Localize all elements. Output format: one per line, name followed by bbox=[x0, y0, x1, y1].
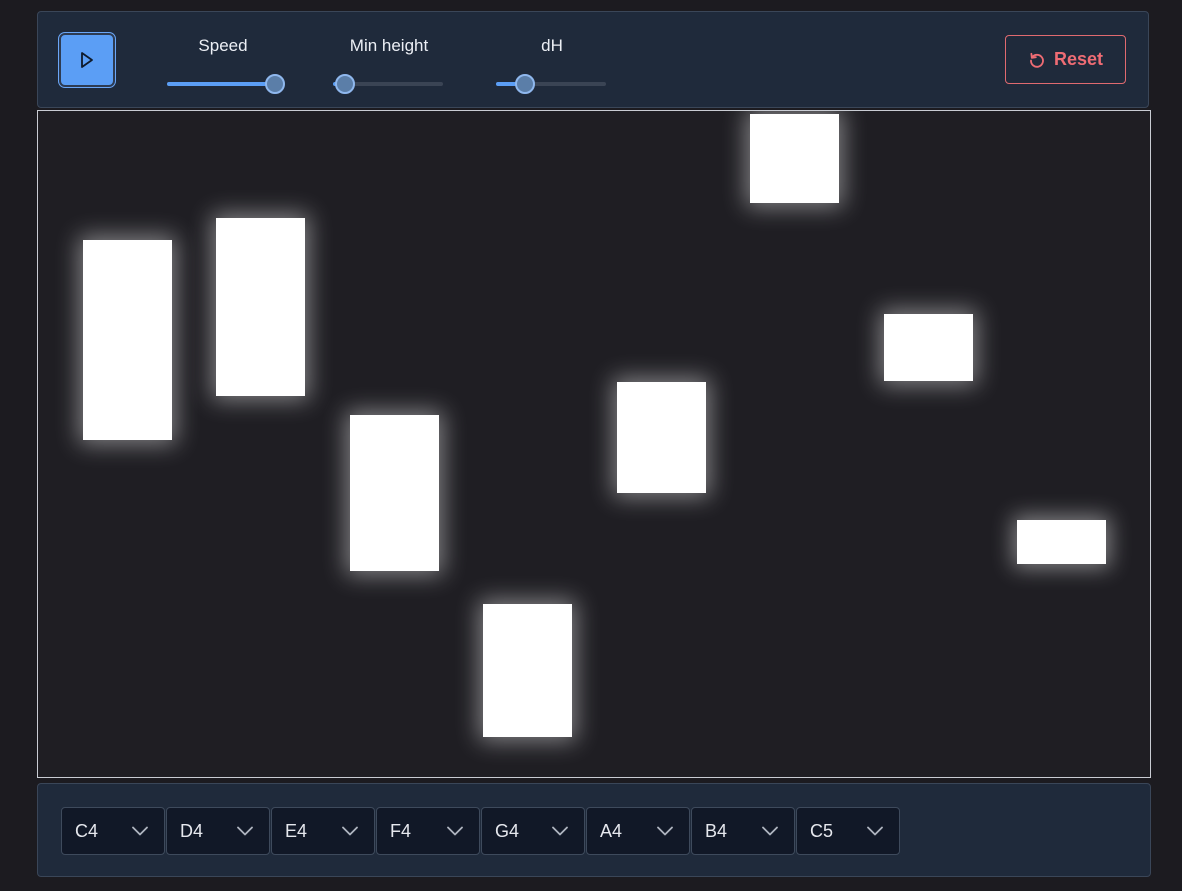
play-button[interactable] bbox=[59, 33, 115, 87]
chevron-down-icon bbox=[657, 826, 673, 836]
note-bar-a4 bbox=[750, 114, 839, 203]
note-select[interactable]: C4 bbox=[61, 807, 165, 855]
note-select-value: G4 bbox=[495, 820, 520, 841]
note-select[interactable]: B4 bbox=[691, 807, 795, 855]
controls-toolbar: Speed Min height dH Reset bbox=[37, 11, 1149, 108]
chevron-down-icon bbox=[867, 826, 883, 836]
note-select[interactable]: C5 bbox=[796, 807, 900, 855]
note-select[interactable]: A4 bbox=[586, 807, 690, 855]
note-selector-panel: C4 D4 E4 F4 G4 A4 B4 C5 bbox=[37, 783, 1151, 877]
note-select-value: B4 bbox=[705, 820, 728, 841]
chevron-down-icon bbox=[447, 826, 463, 836]
note-select-value: D4 bbox=[180, 820, 204, 841]
chevron-down-icon bbox=[132, 826, 148, 836]
dh-slider-group: dH bbox=[496, 12, 608, 109]
note-bar-c4 bbox=[83, 240, 172, 440]
min-height-label: Min height bbox=[349, 36, 429, 55]
note-bar-e4 bbox=[350, 415, 439, 571]
note-select-value: C4 bbox=[75, 820, 99, 841]
chevron-down-icon bbox=[342, 826, 358, 836]
note-bar-c5 bbox=[1017, 520, 1106, 564]
note-select-value: E4 bbox=[285, 820, 308, 841]
dh-label: dH bbox=[541, 36, 563, 55]
speed-slider[interactable] bbox=[167, 74, 285, 94]
speed-slider-fill bbox=[167, 82, 274, 86]
note-select-value: C5 bbox=[810, 820, 834, 841]
chevron-down-icon bbox=[237, 826, 253, 836]
note-bar-d4 bbox=[216, 218, 305, 396]
play-icon bbox=[81, 52, 93, 68]
chevron-down-icon bbox=[762, 826, 778, 836]
dh-slider[interactable] bbox=[496, 74, 606, 94]
dh-slider-thumb[interactable] bbox=[514, 74, 535, 94]
chevron-down-icon bbox=[552, 826, 568, 836]
min-height-slider[interactable] bbox=[333, 74, 443, 94]
note-bar-g4 bbox=[617, 382, 706, 493]
note-select-value: F4 bbox=[390, 820, 412, 841]
speed-label: Speed bbox=[198, 36, 248, 55]
reset-label: Reset bbox=[1053, 49, 1104, 69]
reset-button[interactable]: Reset bbox=[1005, 35, 1126, 84]
note-select[interactable]: G4 bbox=[481, 807, 585, 855]
note-selector-list: C4 D4 E4 F4 G4 A4 B4 C5 bbox=[61, 807, 901, 855]
note-bar-f4 bbox=[483, 604, 572, 737]
speed-slider-thumb[interactable] bbox=[264, 74, 285, 94]
note-bar-b4 bbox=[884, 314, 973, 381]
note-select[interactable]: D4 bbox=[166, 807, 270, 855]
note-select[interactable]: F4 bbox=[376, 807, 480, 855]
note-select[interactable]: E4 bbox=[271, 807, 375, 855]
min-height-slider-group: Min height bbox=[333, 12, 445, 109]
visualizer-canvas[interactable] bbox=[37, 110, 1151, 778]
min-height-slider-thumb[interactable] bbox=[335, 74, 355, 94]
note-select-value: A4 bbox=[600, 820, 623, 841]
reset-icon bbox=[1030, 52, 1044, 68]
speed-slider-group: Speed bbox=[167, 12, 285, 109]
